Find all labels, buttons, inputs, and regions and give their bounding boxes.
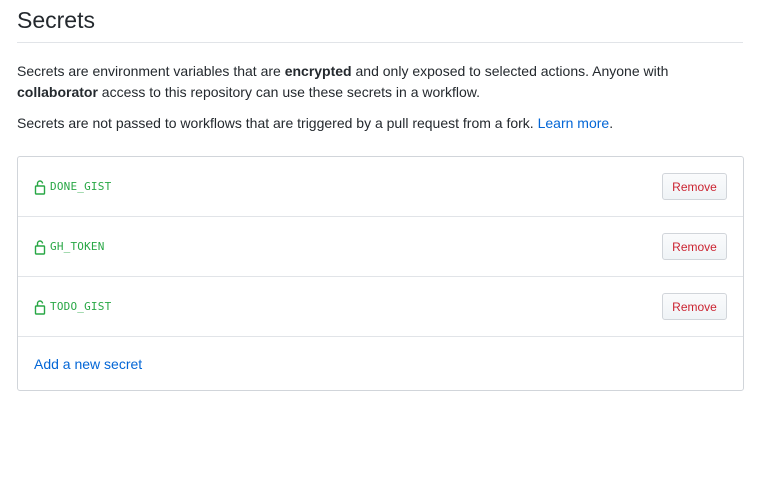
add-new-secret-link[interactable]: Add a new secret: [34, 356, 142, 372]
desc-bold-collaborator: collaborator: [17, 84, 98, 100]
secret-name-wrap: DONE_GIST: [34, 179, 111, 195]
secret-name: DONE_GIST: [50, 180, 112, 193]
lock-icon: [34, 299, 46, 315]
lock-icon: [34, 239, 46, 255]
page-header: Secrets: [17, 0, 743, 43]
secret-row: TODO_GIST Remove: [18, 277, 743, 337]
remove-secret-button[interactable]: Remove: [662, 293, 727, 320]
page-title: Secrets: [17, 7, 95, 33]
fork-note: Secrets are not passed to workflows that…: [17, 113, 744, 134]
secrets-list: DONE_GIST Remove GH_TOKEN Remove TODO_GI…: [17, 156, 744, 391]
add-secret-row: Add a new secret: [18, 337, 743, 390]
secret-row: GH_TOKEN Remove: [18, 217, 743, 277]
secret-name: GH_TOKEN: [50, 240, 105, 253]
fork-note-end: .: [609, 115, 614, 131]
secret-name-wrap: GH_TOKEN: [34, 239, 105, 255]
desc-text-3: access to this repository can use these …: [97, 84, 480, 100]
secret-row: DONE_GIST Remove: [18, 157, 743, 217]
lock-icon: [34, 179, 46, 195]
remove-secret-button[interactable]: Remove: [662, 233, 727, 260]
secret-name-wrap: TODO_GIST: [34, 299, 111, 315]
desc-text-1: Secrets are environment variables that a…: [17, 63, 285, 79]
secrets-page: Secrets Secrets are environment variable…: [0, 0, 759, 487]
learn-more-link[interactable]: Learn more: [538, 115, 610, 131]
desc-bold-encrypted: encrypted: [284, 63, 352, 79]
secrets-description: Secrets are environment variables that a…: [17, 61, 744, 103]
secret-name: TODO_GIST: [50, 300, 112, 313]
desc-text-2: and only exposed to selected actions. An…: [351, 63, 669, 79]
remove-secret-button[interactable]: Remove: [662, 173, 727, 200]
fork-note-text: Secrets are not passed to workflows that…: [17, 115, 538, 131]
